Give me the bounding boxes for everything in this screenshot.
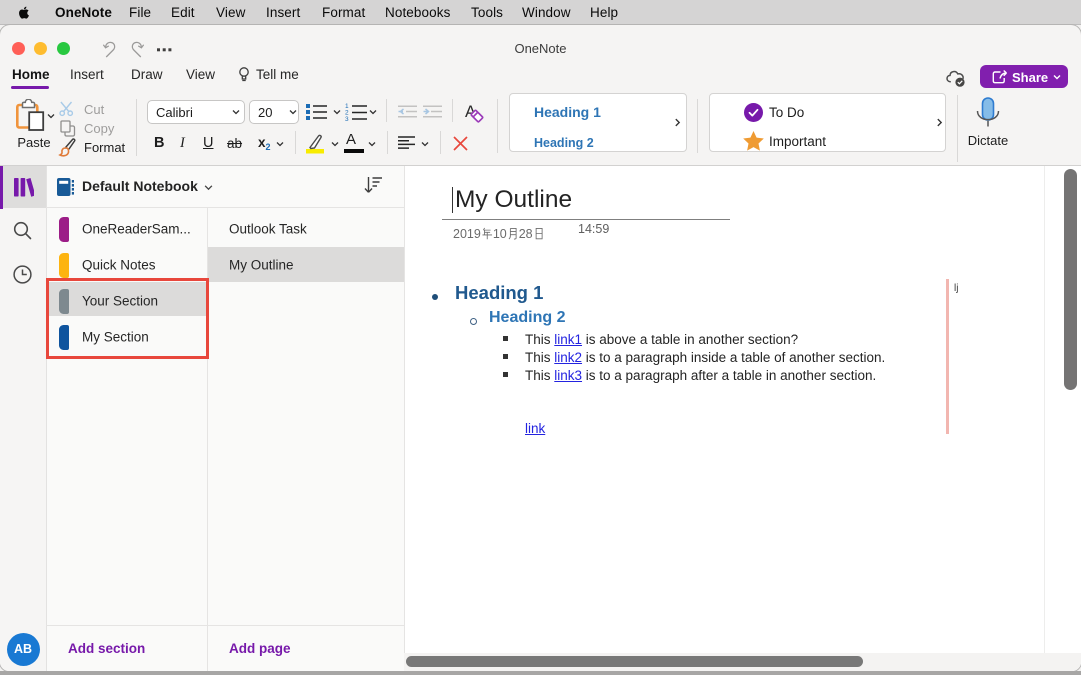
- svg-text:3: 3: [345, 116, 349, 121]
